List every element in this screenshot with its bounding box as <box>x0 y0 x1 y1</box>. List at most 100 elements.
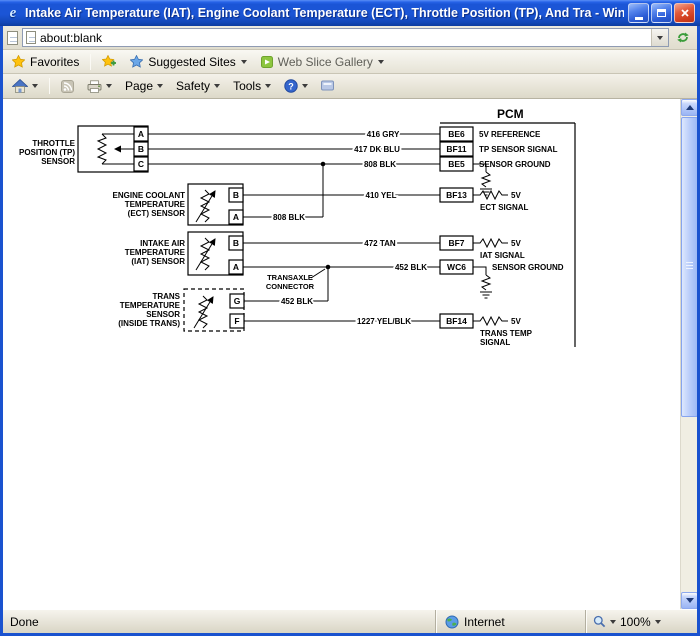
sensor-label-line: SENSOR <box>146 310 180 319</box>
terminal-label: B <box>138 144 144 154</box>
help-menu-button[interactable]: ? <box>279 77 313 95</box>
terminal-label: A <box>138 129 144 139</box>
chevron-down-icon <box>157 84 163 88</box>
refresh-icon <box>676 31 690 44</box>
page-content: PCM BE6 BF11 BE5 BF13 BF7 WC6 BF14 5V RE… <box>3 99 697 609</box>
trans-temp-sensor: TRANS TEMPERATURE SENSOR (INSIDE TRANS) … <box>118 289 244 331</box>
home-button[interactable] <box>7 77 43 95</box>
wire-label: 417 DK BLU <box>354 145 400 154</box>
pin-label: BE5 <box>448 159 465 169</box>
refresh-button[interactable] <box>673 28 693 47</box>
suggested-sites-icon <box>130 55 143 68</box>
terminal-label: F <box>234 316 239 326</box>
toolbar-separator <box>49 78 50 94</box>
terminal-label: G <box>234 296 241 306</box>
status-bar: Done Internet 100% <box>3 609 697 633</box>
pin-label: BF13 <box>446 190 467 200</box>
web-slice-gallery-button[interactable]: Web Slice Gallery <box>255 53 390 71</box>
globe-icon <box>445 615 459 629</box>
maximize-button[interactable] <box>651 3 672 23</box>
address-input[interactable]: about:blank <box>22 28 669 47</box>
suggested-sites-label: Suggested Sites <box>148 55 235 69</box>
pcm-label: TP SENSOR SIGNAL <box>479 145 558 154</box>
safety-menu-button[interactable]: Safety <box>171 77 225 95</box>
address-bar: about:blank <box>3 26 697 50</box>
wire-iat-a: 452 BLK <box>243 263 440 272</box>
browser-window: e Intake Air Temperature (IAT), Engine C… <box>0 0 700 636</box>
page-favicon-icon <box>7 31 18 45</box>
page-menu-button[interactable]: Page <box>120 77 168 95</box>
terminal-label: C <box>138 159 144 169</box>
web-slice-label: Web Slice Gallery <box>278 55 373 69</box>
wire-tp-c: 808 BLK <box>148 160 440 169</box>
pin-label: BF7 <box>448 238 464 248</box>
pcm-label: SENSOR GROUND <box>492 263 564 272</box>
add-to-favorites-bar-button[interactable] <box>96 53 122 70</box>
tools-menu-button[interactable]: Tools <box>228 77 276 95</box>
command-bar: Page Safety Tools ? <box>3 74 697 99</box>
minimize-button[interactable] <box>628 3 649 23</box>
wire-ect-a: 808 BLK <box>243 164 323 222</box>
tools-menu-label: Tools <box>233 79 261 93</box>
pcm-label: TRANS TEMP <box>480 329 533 338</box>
favorites-label: Favorites <box>30 55 79 69</box>
chevron-down-icon <box>657 36 663 40</box>
sensor-label-line: SENSOR <box>41 157 75 166</box>
wire-label: 410 YEL <box>366 191 397 200</box>
callout-line: CONNECTOR <box>266 282 315 291</box>
add-favorite-icon <box>102 55 116 68</box>
favorites-button[interactable]: Favorites <box>6 53 85 71</box>
window-title: Intake Air Temperature (IAT), Engine Coo… <box>25 6 624 20</box>
suggested-sites-button[interactable]: Suggested Sites <box>124 53 252 71</box>
chevron-down-icon <box>214 84 220 88</box>
sensor-label-line: TRANS <box>152 292 180 301</box>
wire-label: 416 GRY <box>367 130 400 139</box>
terminal-label: A <box>233 262 239 272</box>
chevron-down-icon <box>265 84 271 88</box>
print-button[interactable] <box>82 78 117 95</box>
pcm-label: 5V <box>511 239 521 248</box>
address-dropdown-button[interactable] <box>651 29 668 46</box>
feeds-icon <box>61 80 74 93</box>
wire-label: 1227 YEL/BLK <box>357 317 411 326</box>
iat-sensor: INTAKE AIR TEMPERATURE (IAT) SENSOR B A <box>125 232 243 275</box>
wire-label: 472 TAN <box>364 239 396 248</box>
zoom-level-label: 100% <box>620 615 651 629</box>
command-extra-icon <box>321 80 334 92</box>
terminal-label: B <box>233 238 239 248</box>
favorites-star-icon <box>12 55 25 68</box>
wire-label: 808 BLK <box>273 213 305 222</box>
page-menu-label: Page <box>125 79 153 93</box>
zoom-control[interactable]: 100% <box>585 610 697 633</box>
pcm-label: 5V REFERENCE <box>479 130 541 139</box>
wire-tp-a: 416 GRY <box>148 130 440 139</box>
command-extra-button[interactable] <box>316 78 339 94</box>
security-zone-panel[interactable]: Internet <box>435 610 585 633</box>
pcm-label: SIGNAL <box>480 338 510 347</box>
zoom-magnifier-icon <box>593 615 606 628</box>
vertical-scrollbar[interactable] <box>680 99 697 609</box>
scrollbar-thumb[interactable] <box>681 117 697 417</box>
wire-label: 452 BLK <box>395 263 427 272</box>
security-zone-label: Internet <box>464 615 505 629</box>
arrow-down-icon <box>686 598 694 603</box>
ect-pullup-resistor <box>473 191 508 199</box>
pcm-internal-labels: 5V REFERENCE TP SENSOR SIGNAL SENSOR GRO… <box>479 130 564 347</box>
scroll-up-button[interactable] <box>681 99 697 116</box>
sensor-label-line: (ECT) SENSOR <box>128 209 186 218</box>
maximize-icon <box>657 9 666 17</box>
sensor-label-line: (INSIDE TRANS) <box>118 319 180 328</box>
safety-menu-label: Safety <box>176 79 210 93</box>
terminal-label: B <box>233 190 239 200</box>
callout-line: TRANSAXLE <box>267 273 313 282</box>
scroll-down-button[interactable] <box>681 592 697 609</box>
chevron-down-icon <box>610 620 616 624</box>
help-icon: ? <box>284 79 298 93</box>
close-button[interactable] <box>674 3 695 23</box>
home-icon <box>12 79 28 93</box>
toolbar-separator <box>90 54 91 70</box>
pcm-label: ECT SIGNAL <box>480 203 529 212</box>
title-bar: e Intake Air Temperature (IAT), Engine C… <box>0 0 700 26</box>
feeds-button[interactable] <box>56 78 79 95</box>
iat-pullup-resistor <box>473 239 508 247</box>
